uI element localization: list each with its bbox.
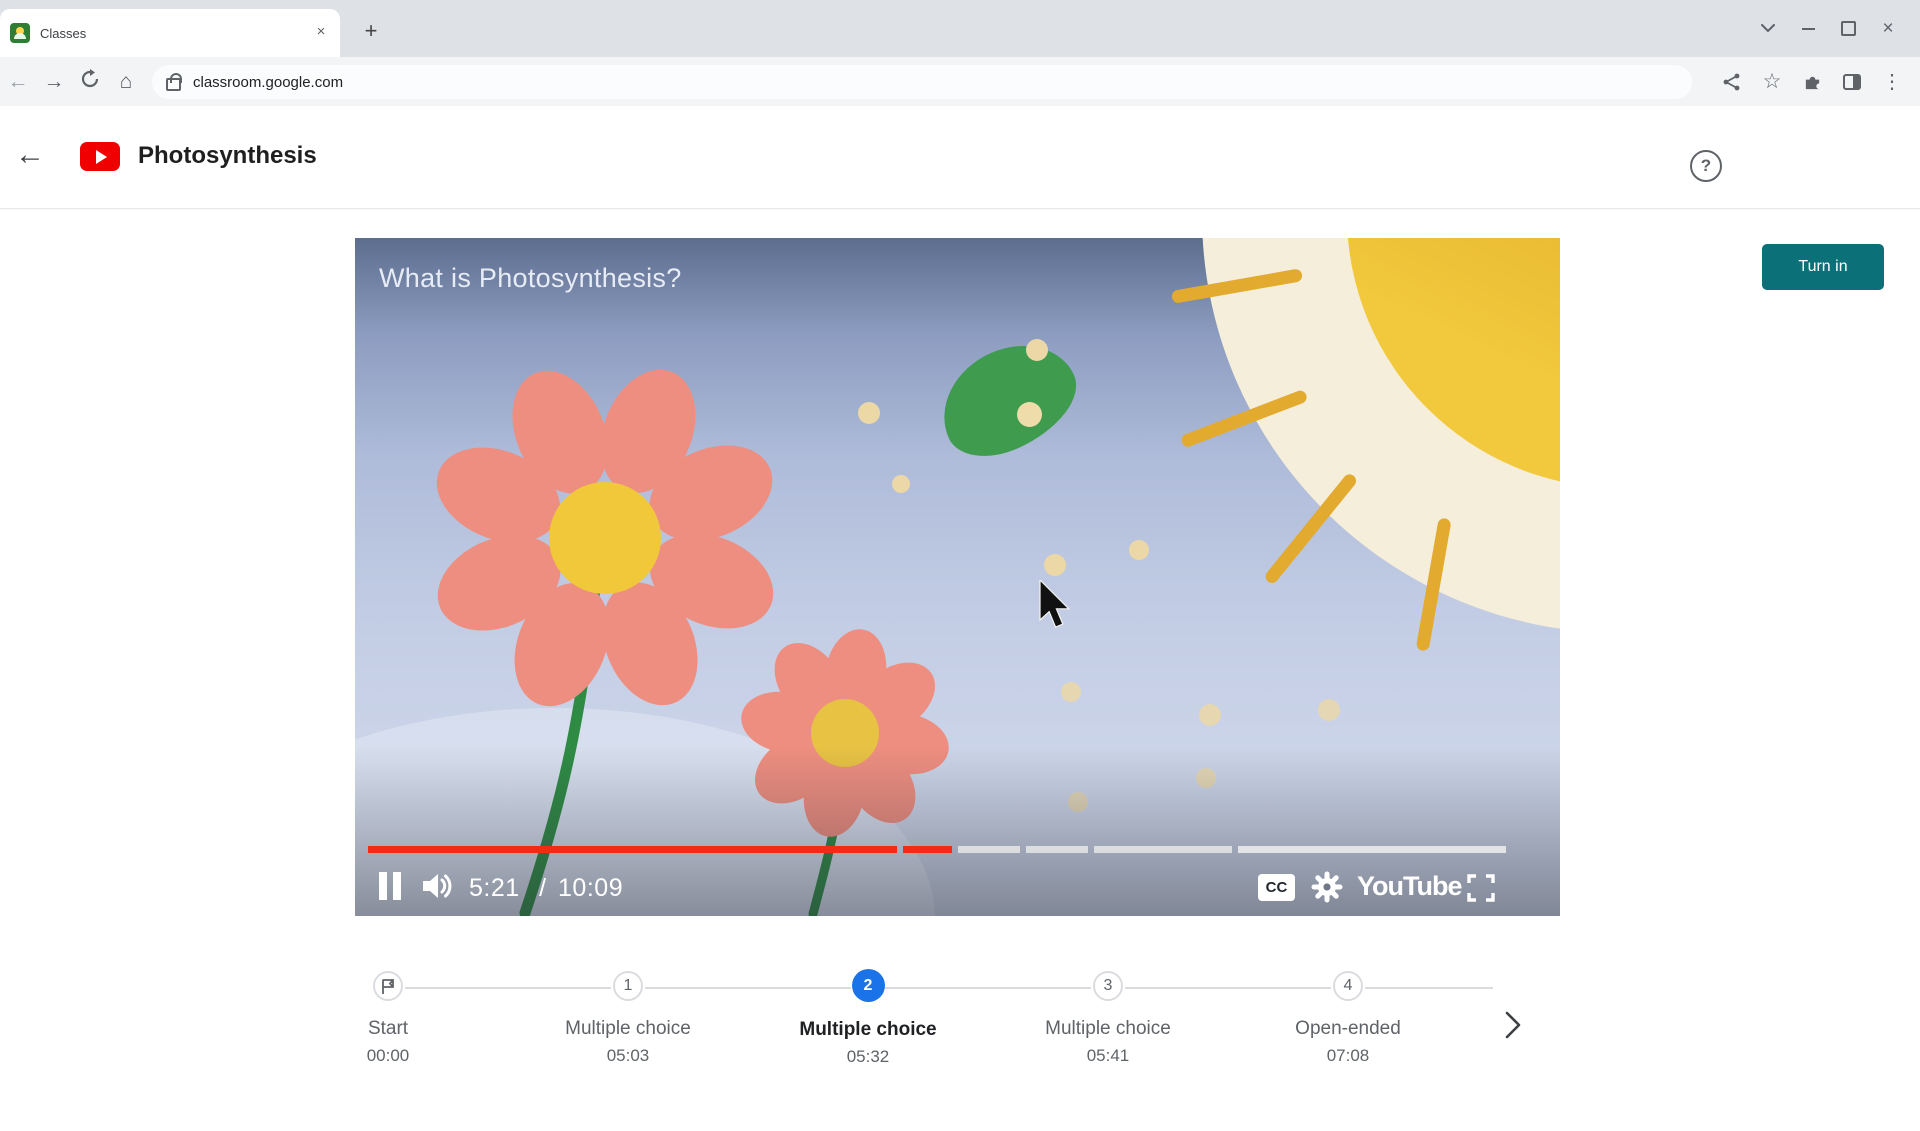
checkpoint-label: Start <box>367 1018 409 1039</box>
mouse-cursor-icon <box>1039 580 1071 628</box>
browser-toolbar: ← → ⌂ classroom.google.com <box>0 57 1920 107</box>
new-tab-button[interactable]: + <box>356 17 386 47</box>
progress-played[interactable] <box>368 846 897 853</box>
time-display: 5:21 / 10:09 <box>469 874 623 903</box>
checkpoint-start[interactable]: Start 00:00 <box>273 971 503 1066</box>
screen: Classes × + × ← → ⌂ classroom.google.com… <box>0 0 1920 1131</box>
time-separator: / <box>539 874 547 902</box>
progress-remaining[interactable] <box>1094 846 1232 853</box>
extensions-puzzle-icon[interactable] <box>1792 72 1832 91</box>
leaf-blob <box>924 325 1092 473</box>
assignment-header: ← Photosynthesis ? Turn in <box>0 106 1920 290</box>
share-icon[interactable] <box>1712 73 1752 91</box>
youtube-wordmark[interactable]: YouTube <box>1357 871 1462 902</box>
particle-dot <box>1017 402 1042 427</box>
checkpoint-number[interactable]: 4 <box>1333 971 1363 1001</box>
checkpoint-label: Multiple choice <box>565 1018 691 1039</box>
checkpoint-question-2-active[interactable]: 2 Multiple choice 05:32 <box>753 969 983 1067</box>
tab-close-icon[interactable]: × <box>312 24 330 42</box>
particle-dot <box>892 475 910 493</box>
volume-icon[interactable] <box>421 869 457 908</box>
side-panel-icon[interactable] <box>1832 73 1872 90</box>
particle-dot <box>1318 699 1340 721</box>
checkpoint-time: 00:00 <box>366 1046 410 1065</box>
progress-remaining[interactable] <box>958 846 1020 853</box>
forward-icon[interactable]: → <box>36 70 72 94</box>
pause-button[interactable] <box>379 872 405 900</box>
particle-dot <box>858 402 880 424</box>
video-title-overlay: What is Photosynthesis? <box>379 263 682 293</box>
checkpoint-label: Open-ended <box>1295 1018 1401 1039</box>
browser-menu-icon[interactable]: ⋮ <box>1872 69 1912 94</box>
classroom-favicon-icon <box>10 23 30 43</box>
checkpoint-time: 07:08 <box>1326 1046 1370 1065</box>
bookmark-star-icon[interactable]: ☆ <box>1752 69 1792 94</box>
particle-dot <box>1026 339 1048 361</box>
particle-dot <box>1199 704 1221 726</box>
window-close-button[interactable]: × <box>1868 12 1908 46</box>
tab-strip: Classes × + × <box>0 0 1920 57</box>
duration: 10:09 <box>558 874 624 902</box>
window-restore-button[interactable] <box>1828 12 1868 46</box>
checkpoint-time: 05:41 <box>1086 1046 1130 1065</box>
browser-tab-classes[interactable]: Classes × <box>0 9 340 57</box>
progress-remaining[interactable] <box>1026 846 1088 853</box>
flag-icon[interactable] <box>373 971 403 1001</box>
back-icon[interactable]: ← <box>0 70 36 94</box>
settings-gear-icon[interactable] <box>1311 871 1343 908</box>
checkpoint-label: Multiple choice <box>1045 1018 1171 1039</box>
window-minimize-button[interactable] <box>1788 12 1828 46</box>
assignment-title: Photosynthesis <box>138 142 317 169</box>
checkpoint-question-3[interactable]: 3 Multiple choice 05:41 <box>993 971 1223 1066</box>
help-icon[interactable]: ? <box>1690 150 1722 182</box>
checkpoint-question-4[interactable]: 4 Open-ended 07:08 <box>1233 971 1463 1066</box>
particle-dot <box>1061 682 1081 702</box>
tab-search-chevron-icon[interactable] <box>1748 12 1788 46</box>
particle-dot <box>1129 540 1149 560</box>
video-player[interactable]: What is Photosynthesis? 5:21 / 10:09 CC <box>355 238 1560 916</box>
checkpoint-number[interactable]: 1 <box>613 971 643 1001</box>
fullscreen-icon[interactable] <box>1467 874 1495 907</box>
timeline-next-chevron-icon[interactable] <box>1498 1005 1528 1045</box>
checkpoint-number[interactable]: 2 <box>851 969 885 1002</box>
address-bar[interactable]: classroom.google.com <box>152 65 1692 99</box>
back-arrow-icon[interactable]: ← <box>12 138 48 172</box>
checkpoint-number[interactable]: 3 <box>1093 971 1123 1001</box>
turn-in-button[interactable]: Turn in <box>1762 244 1884 290</box>
captions-button[interactable]: CC <box>1258 874 1295 901</box>
tab-title: Classes <box>40 25 87 41</box>
progress-played[interactable] <box>903 846 952 853</box>
checkpoint-label: Multiple choice <box>799 1019 937 1040</box>
reload-icon[interactable] <box>72 68 108 95</box>
particle-dot <box>1044 554 1066 576</box>
youtube-play-icon <box>80 142 120 171</box>
checkpoint-time: 05:32 <box>846 1047 890 1066</box>
checkpoint-question-1[interactable]: 1 Multiple choice 05:03 <box>513 971 743 1066</box>
progress-remaining[interactable] <box>1238 846 1506 853</box>
home-icon[interactable]: ⌂ <box>108 70 144 94</box>
lock-icon <box>166 72 182 91</box>
current-time: 5:21 <box>469 874 520 902</box>
url-text[interactable]: classroom.google.com <box>193 74 343 91</box>
checkpoint-time: 05:03 <box>606 1046 650 1065</box>
